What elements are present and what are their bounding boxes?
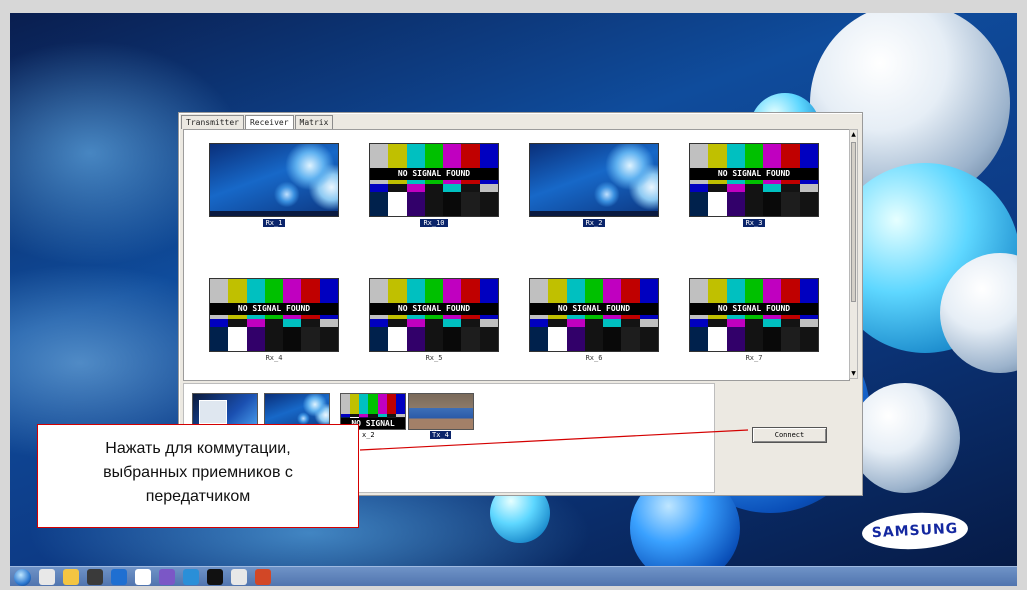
receiver-label: Rx_6 bbox=[585, 354, 603, 362]
receiver-label: Rx_10 bbox=[420, 219, 448, 227]
receiver-preview[interactable]: NO SIGNAL FOUND bbox=[689, 143, 819, 217]
receiver-label: Rx_1 bbox=[262, 219, 286, 227]
receiver-scrollbar[interactable]: ▲ ▼ bbox=[849, 129, 858, 379]
taskbar bbox=[10, 566, 1021, 587]
instruction-callout: Нажать для коммутации, выбранных приемни… bbox=[37, 424, 359, 528]
receiver-label: Rx_4 bbox=[265, 354, 283, 362]
transmitter-label: x_2 bbox=[362, 431, 375, 439]
scroll-down-icon[interactable]: ▼ bbox=[850, 369, 857, 378]
tab-matrix[interactable]: Matrix bbox=[294, 115, 334, 129]
receiver-rx-2[interactable]: Rx_2 bbox=[529, 143, 659, 228]
receiver-rx-1[interactable]: Rx_1 bbox=[209, 143, 339, 228]
start-icon[interactable] bbox=[14, 568, 31, 586]
receiver-rx-10[interactable]: NO SIGNAL FOUND Rx_10 bbox=[369, 143, 499, 228]
receiver-label: Rx_7 bbox=[745, 354, 763, 362]
receiver-rx-6[interactable]: NO SIGNAL FOUND Rx_6 bbox=[529, 278, 659, 363]
tab-receiver[interactable]: Receiver bbox=[244, 115, 294, 129]
java-icon[interactable] bbox=[231, 569, 247, 585]
file-explorer-icon[interactable] bbox=[63, 569, 79, 585]
transmitter-preview[interactable] bbox=[408, 393, 474, 430]
samsung-logo: SAMSUNG bbox=[861, 510, 969, 552]
wallpaper-sphere bbox=[850, 383, 960, 493]
receiver-preview[interactable] bbox=[529, 143, 659, 217]
viber-icon[interactable] bbox=[159, 569, 175, 585]
receiver-preview[interactable]: NO SIGNAL FOUND bbox=[689, 278, 819, 352]
no-signal-text: NO SIGNAL FOUND bbox=[370, 303, 498, 315]
chrome-icon[interactable] bbox=[39, 569, 55, 585]
receiver-rx-7[interactable]: NO SIGNAL FOUND Rx_7 bbox=[689, 278, 819, 363]
transmitter-label: Tx_4 bbox=[430, 431, 451, 439]
no-signal-text: NO SIGNAL FOUND bbox=[210, 303, 338, 315]
receiver-label: Rx_5 bbox=[425, 354, 443, 362]
receiver-rx-5[interactable]: NO SIGNAL FOUND Rx_5 bbox=[369, 278, 499, 363]
no-signal-text: NO SIGNAL FOUND bbox=[530, 303, 658, 315]
receiver-label: Rx_3 bbox=[742, 219, 766, 227]
document-icon[interactable] bbox=[135, 569, 151, 585]
receiver-rx-3[interactable]: NO SIGNAL FOUND Rx_3 bbox=[689, 143, 819, 228]
command-prompt-icon[interactable] bbox=[207, 569, 223, 585]
tab-bar: Transmitter Receiver Matrix bbox=[181, 115, 334, 129]
scroll-thumb[interactable] bbox=[851, 142, 856, 302]
receiver-preview[interactable]: NO SIGNAL FOUND bbox=[209, 278, 339, 352]
receiver-rx-4[interactable]: NO SIGNAL FOUND Rx_4 bbox=[209, 278, 339, 363]
callout-line: выбранных приемников с bbox=[103, 464, 293, 481]
samsung-logo-text: SAMSUNG bbox=[871, 520, 959, 542]
no-signal-text: NO SIGNAL FOUND bbox=[690, 303, 818, 315]
receiver-preview[interactable] bbox=[209, 143, 339, 217]
tab-transmitter[interactable]: Transmitter bbox=[181, 115, 244, 129]
receiver-label: Rx_2 bbox=[582, 219, 606, 227]
no-signal-text: NO SIGNAL FOUND bbox=[370, 168, 498, 180]
scroll-up-icon[interactable]: ▲ bbox=[850, 130, 857, 139]
callout-line: передатчиком bbox=[145, 488, 251, 505]
powerpoint-icon[interactable] bbox=[255, 569, 271, 585]
receiver-grid: Rx_1 NO SIGNAL FOUND Rx_10 Rx_2 NO SIGNAL FO… bbox=[183, 129, 850, 381]
vnc-icon[interactable] bbox=[87, 569, 103, 585]
receiver-preview[interactable]: NO SIGNAL FOUND bbox=[369, 143, 499, 217]
callout-line: Нажать для коммутации, bbox=[105, 440, 291, 457]
receiver-preview[interactable]: NO SIGNAL FOUND bbox=[529, 278, 659, 352]
connect-button[interactable]: Connect bbox=[752, 427, 827, 443]
receiver-preview[interactable]: NO SIGNAL FOUND bbox=[369, 278, 499, 352]
no-signal-text: NO SIGNAL FOUND bbox=[690, 168, 818, 180]
internet-explorer-icon[interactable] bbox=[111, 569, 127, 585]
remote-desktop-icon[interactable] bbox=[183, 569, 199, 585]
